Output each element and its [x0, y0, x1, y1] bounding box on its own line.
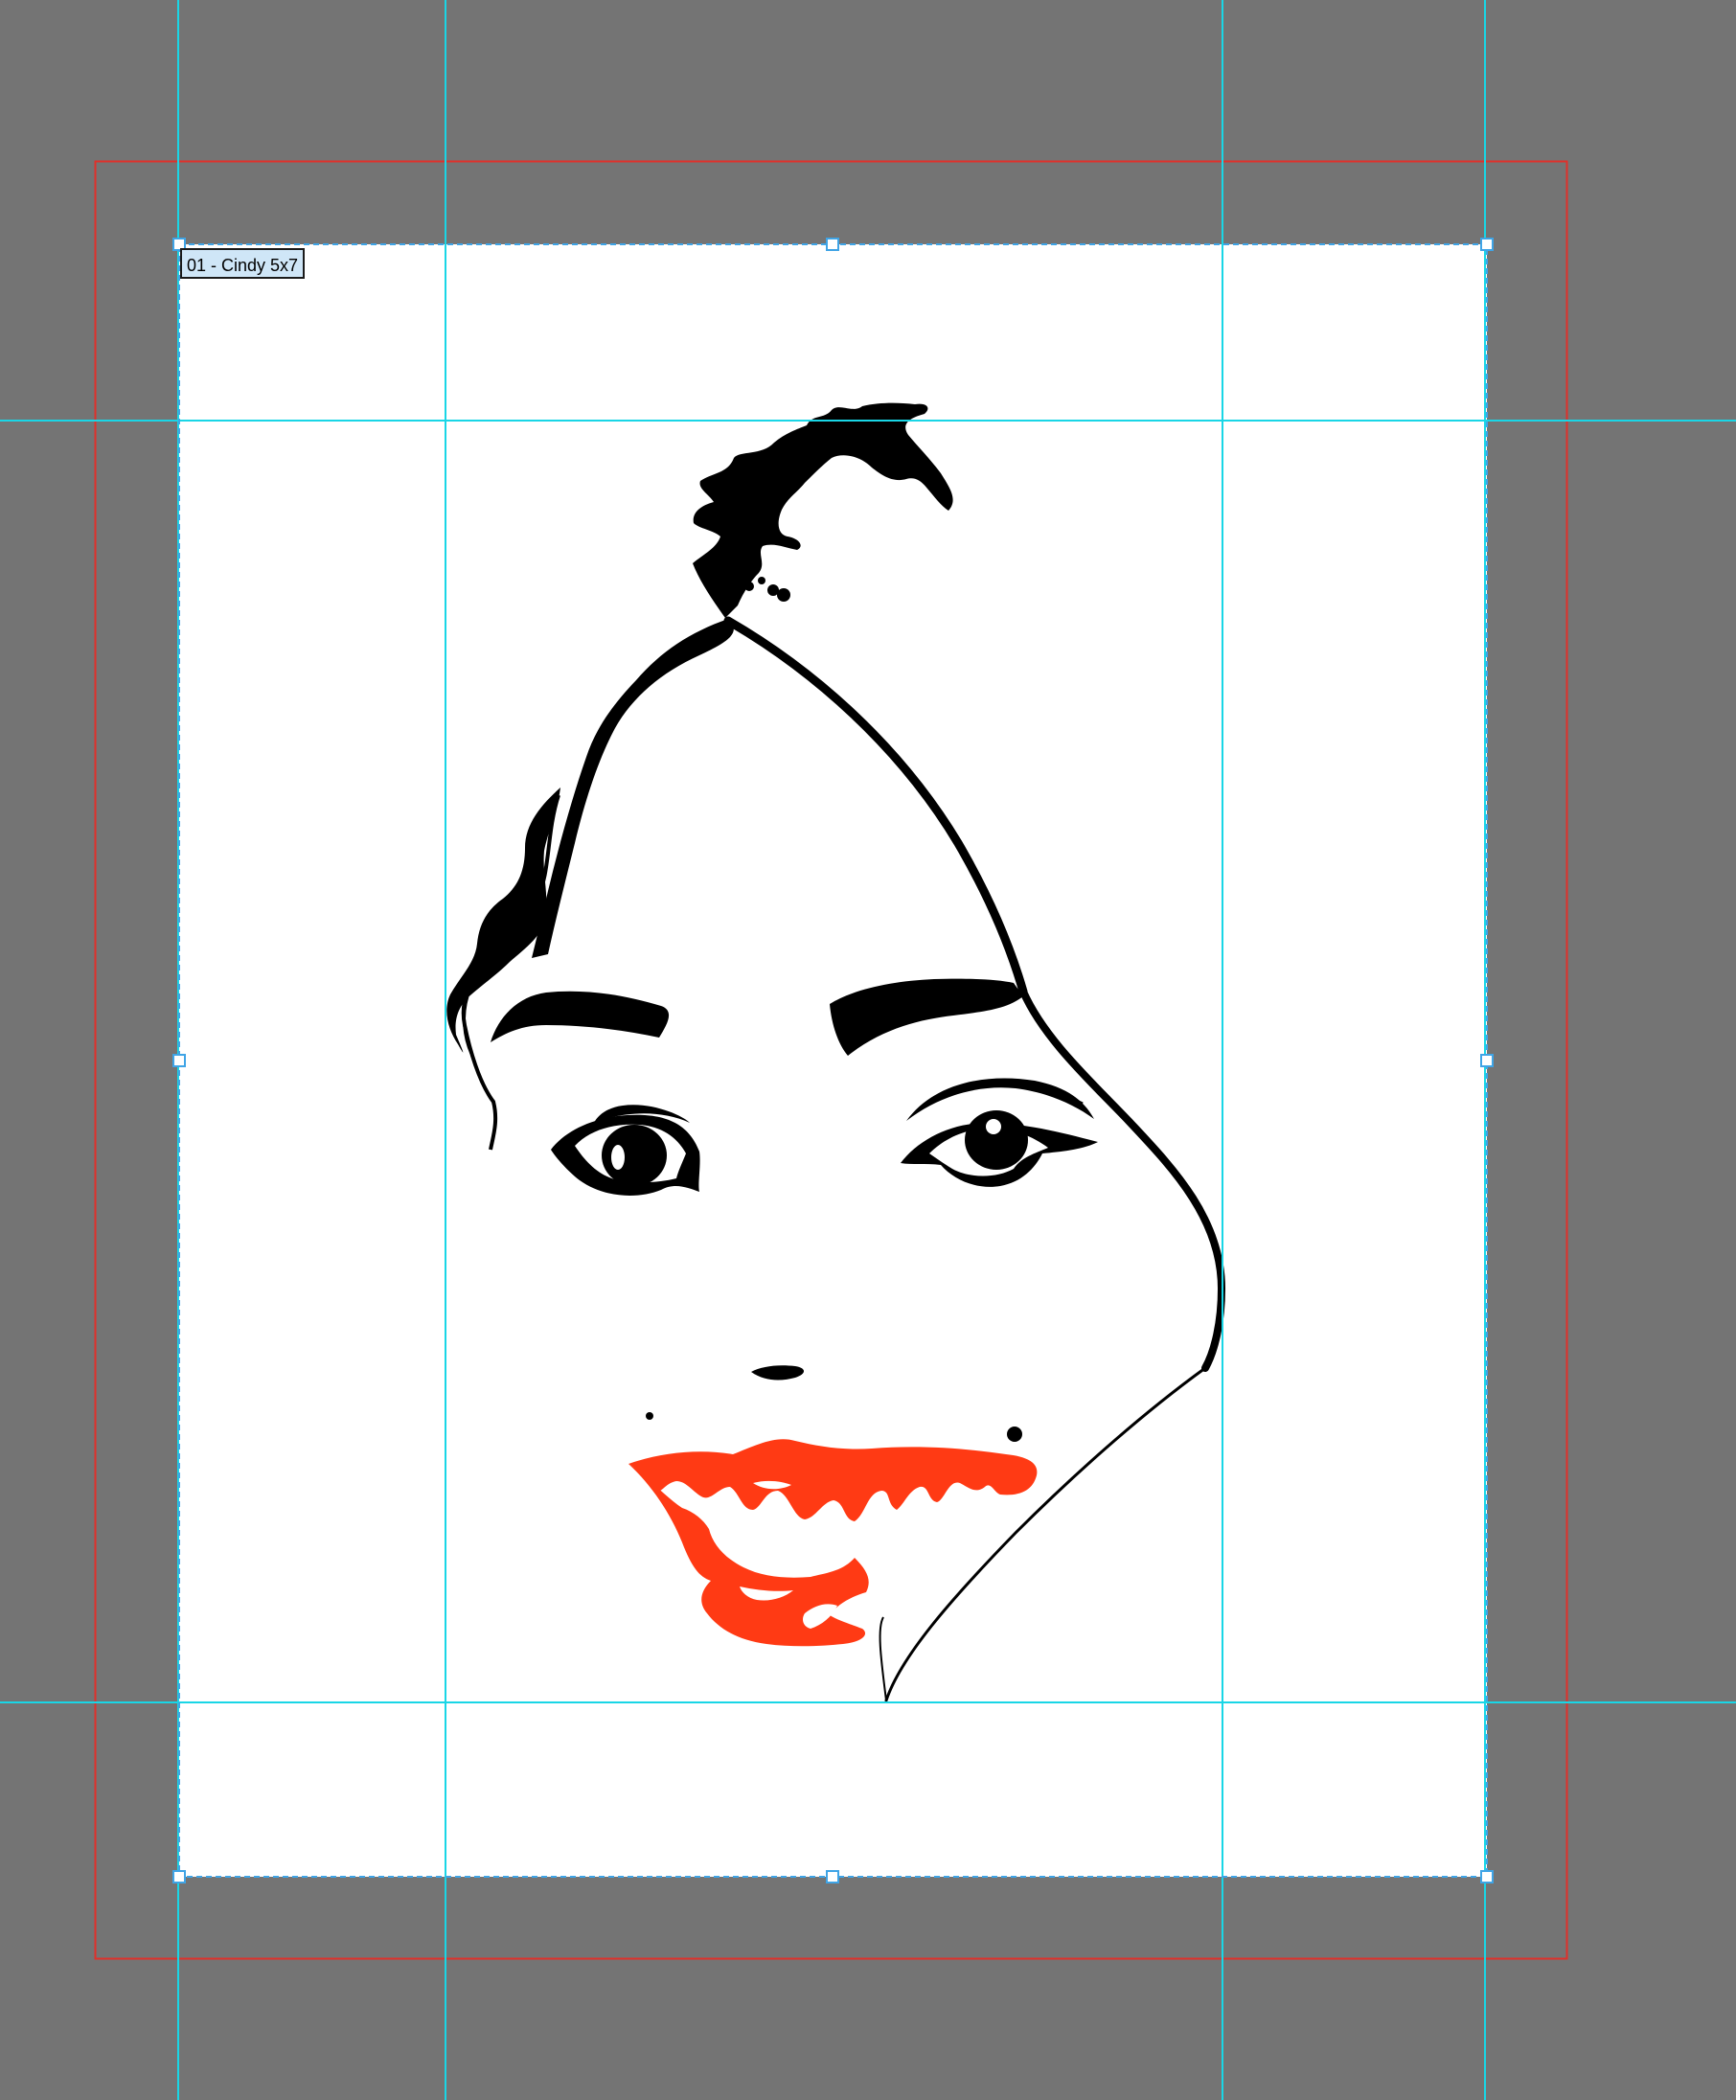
square-handle-icon[interactable] — [1480, 1870, 1494, 1883]
square-handle-icon[interactable] — [172, 1870, 186, 1883]
mole — [646, 1412, 653, 1420]
hair-dot — [744, 582, 754, 591]
hair-dot — [758, 577, 765, 584]
square-handle-icon[interactable] — [826, 238, 839, 251]
square-handle-icon[interactable] — [1480, 238, 1494, 251]
square-handle-icon[interactable] — [826, 1870, 839, 1883]
artboard-canvas[interactable] — [0, 0, 1736, 2100]
artboard-name-label[interactable]: 01 - Cindy 5x7 — [180, 248, 306, 279]
mole — [1007, 1427, 1022, 1442]
square-handle-icon[interactable] — [172, 1054, 186, 1067]
document-canvas[interactable]: 01 - Cindy 5x7 — [0, 0, 1736, 2100]
square-handle-icon[interactable] — [1480, 1054, 1494, 1067]
hair-dot — [777, 588, 790, 602]
